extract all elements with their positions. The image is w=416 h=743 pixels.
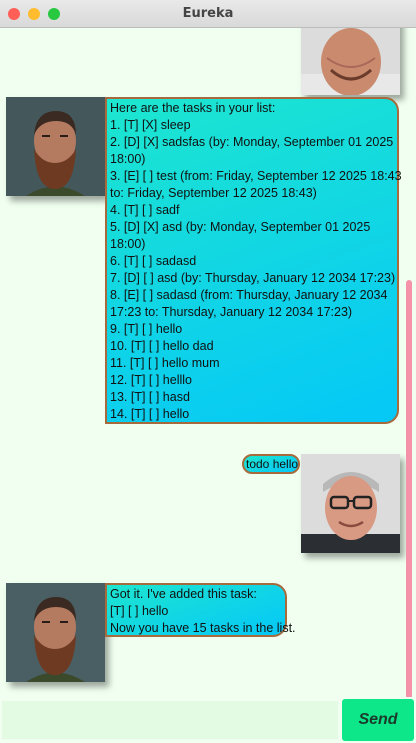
user-avatar	[301, 28, 400, 95]
user-avatar	[301, 454, 400, 553]
message-line: 18:00)	[110, 152, 146, 166]
send-button[interactable]: Send	[342, 699, 414, 741]
message-line: 17:23 to: Thursday, January 12 2034 17:2…	[110, 305, 353, 319]
window-title: Eureka	[182, 6, 234, 21]
message-line: 10. [T] [ ] hello dad	[110, 339, 214, 353]
bot-avatar	[6, 583, 105, 682]
message-line: Here are the tasks in your list:	[110, 101, 276, 115]
user-message-bubble: todo hello	[242, 454, 300, 474]
chat-area[interactable]: Here are the tasks in your list: 1. [T] […	[0, 28, 416, 697]
bot-avatar-image	[6, 97, 105, 196]
message-line: 1. [T] [X] sleep	[110, 118, 191, 132]
bot-avatar-image	[6, 583, 105, 682]
bot-message-text: Here are the tasks in your list: 1. [T] […	[110, 100, 402, 423]
chat-scrollbar[interactable]	[406, 280, 412, 697]
message-line: Got it. I've added this task:	[110, 587, 257, 601]
message-line: [T] [ ] hello	[110, 604, 169, 618]
message-line: todo hello	[246, 457, 299, 471]
message-line: 2. [D] [X] sadsfas (by: Monday, Septembe…	[110, 135, 394, 149]
user-message-text: todo hello	[246, 456, 299, 472]
message-line: 18:00)	[110, 237, 146, 251]
message-line: 5. [D] [X] asd (by: Monday, September 01…	[110, 220, 371, 234]
message-line: 8. [E] [ ] sadasd (from: Thursday, Janua…	[110, 288, 388, 302]
message-line: 3. [E] [ ] test (from: Friday, September…	[110, 169, 402, 183]
message-line: 12. [T] [ ] helllo	[110, 373, 192, 387]
message-line: to: Friday, September 12 2025 18:43)	[110, 186, 317, 200]
message-line: 7. [D] [ ] asd (by: Thursday, January 12…	[110, 271, 396, 285]
bot-message-text: Got it. I've added this task: [T] [ ] hel…	[110, 586, 296, 637]
message-line: 6. [T] [ ] sadasd	[110, 254, 197, 268]
input-bar: Send	[0, 697, 416, 743]
message-line: Now you have 15 tasks in the list.	[110, 621, 296, 635]
message-line: 4. [T] [ ] sadf	[110, 203, 180, 217]
bot-avatar	[6, 97, 105, 196]
message-input[interactable]	[2, 701, 338, 739]
window-titlebar: Eureka	[0, 0, 416, 28]
user-avatar-image	[301, 454, 400, 553]
message-line: 13. [T] [ ] hasd	[110, 390, 190, 404]
message-line: 11. [T] [ ] hello mum	[110, 356, 220, 370]
bot-message-bubble: Got it. I've added this task: [T] [ ] hel…	[105, 583, 296, 637]
bot-message-bubble: Here are the tasks in your list: 1. [T] […	[105, 97, 402, 424]
message-line: 9. [T] [ ] hello	[110, 322, 183, 336]
user-avatar-image	[301, 28, 400, 95]
message-line: 14. [T] [ ] hello	[110, 407, 190, 421]
